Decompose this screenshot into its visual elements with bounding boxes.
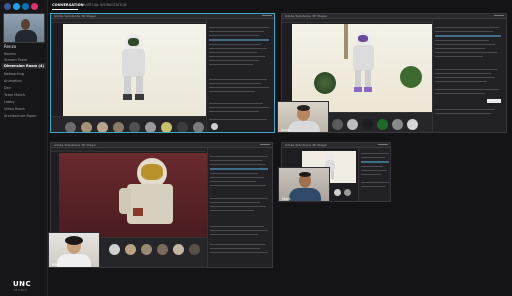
toolbar bbox=[51, 148, 206, 152]
materials-bar[interactable] bbox=[51, 116, 206, 132]
participant-name: Mark bbox=[282, 197, 291, 201]
properties-panel bbox=[358, 148, 390, 201]
properties-panel bbox=[207, 148, 272, 267]
sidebar-item-networking[interactable]: Networking bbox=[4, 72, 24, 76]
participant-name: Jason bbox=[281, 128, 291, 132]
sidebar-item-stream-team[interactable]: Stream Team bbox=[4, 58, 27, 62]
shared-screen-window-1[interactable]: Adobe Substance 3D Stager bbox=[50, 13, 275, 133]
sidebar-item-dimension-room[interactable]: Dimension Room (4) bbox=[4, 64, 44, 68]
window-controls[interactable] bbox=[262, 15, 272, 18]
window-title: Adobe Substance 3D Stager bbox=[285, 143, 328, 147]
sidebar-item-animation[interactable]: Animation bbox=[4, 79, 22, 83]
material-preview bbox=[334, 189, 341, 196]
astronaut-model bbox=[119, 158, 179, 237]
window-controls[interactable] bbox=[260, 144, 270, 147]
tab-active-underline bbox=[52, 9, 78, 10]
window-controls[interactable] bbox=[378, 144, 388, 147]
sidebar: Renzo Rooms Stream Team Dimension Room (… bbox=[0, 0, 48, 296]
material-preview bbox=[344, 189, 351, 196]
3d-viewport[interactable] bbox=[59, 153, 207, 237]
participant-video-mark[interactable]: Mark bbox=[278, 167, 330, 202]
app-logo-subtitle: STUDIO bbox=[14, 289, 28, 292]
sidebar-item-team-match[interactable]: Team Match bbox=[4, 93, 25, 97]
participant-video-mila[interactable]: Mila bbox=[48, 232, 100, 268]
tab-virtual-workstation[interactable]: VIRTUAL WORKSTATION bbox=[84, 3, 127, 7]
participant-name: Mila bbox=[52, 263, 60, 267]
sidebar-item-video-room[interactable]: Video Room bbox=[4, 107, 25, 111]
facebook-icon[interactable] bbox=[4, 3, 11, 10]
tab-conversation[interactable]: CONVERSATION bbox=[52, 3, 84, 7]
3d-viewport[interactable] bbox=[292, 24, 432, 112]
toolbar bbox=[282, 19, 432, 23]
window-title: Adobe Substance 3D Stager bbox=[54, 143, 97, 147]
astronaut-model bbox=[119, 34, 149, 104]
properties-panel bbox=[432, 19, 506, 132]
toolbar bbox=[51, 19, 206, 23]
self-video-tile[interactable] bbox=[3, 13, 45, 43]
linkedin-icon[interactable] bbox=[22, 3, 29, 10]
app-logo: UNC bbox=[13, 280, 32, 288]
sidebar-item-dev[interactable]: Dev bbox=[4, 86, 11, 90]
sidebar-item-rooms[interactable]: Rooms bbox=[4, 52, 16, 56]
3d-viewport[interactable] bbox=[63, 24, 206, 116]
sidebar-item-architecture-room[interactable]: Architecture Room bbox=[4, 114, 37, 118]
sidebar-item-lobby[interactable]: Lobby bbox=[4, 100, 15, 104]
astronaut-model bbox=[350, 32, 378, 94]
window-controls[interactable] bbox=[494, 15, 504, 18]
self-name: Renzo bbox=[4, 44, 17, 49]
participant-video-jason[interactable]: Jason bbox=[277, 101, 329, 133]
window-title: Adobe Substance 3D Stager bbox=[54, 14, 97, 18]
window-title: Adobe Substance 3D Stager bbox=[285, 14, 328, 18]
twitter-icon[interactable] bbox=[13, 3, 20, 10]
instagram-icon[interactable] bbox=[31, 3, 38, 10]
properties-panel bbox=[206, 19, 274, 132]
